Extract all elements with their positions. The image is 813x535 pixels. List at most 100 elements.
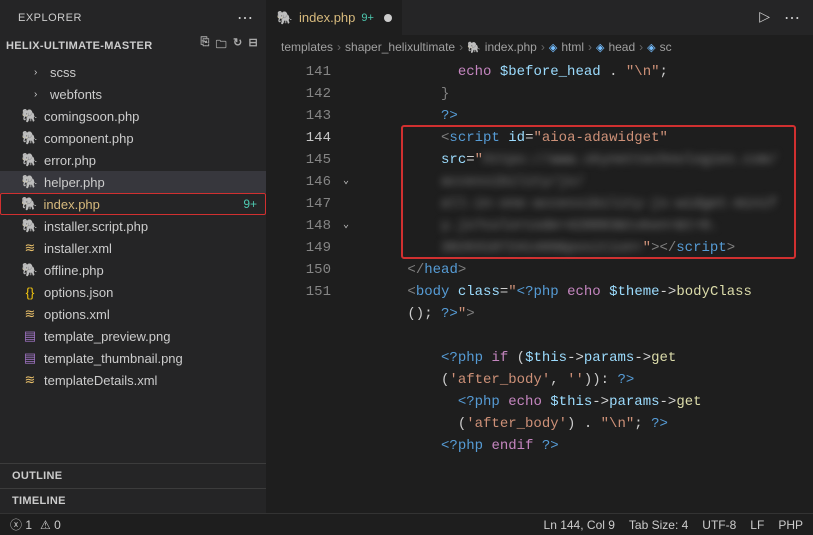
code-line[interactable]: 30263107241468&position="></script> bbox=[357, 237, 813, 259]
eol[interactable]: LF bbox=[750, 518, 764, 532]
code-line[interactable]: <?php if ($this->params->get bbox=[357, 347, 813, 369]
tree-item-component-php[interactable]: 🐘 component.php bbox=[0, 127, 266, 149]
line-gutter: 141142143144145146⌄147148⌄149150151 bbox=[267, 59, 357, 513]
breadcrumb[interactable]: templates › shaper_helixultimate › 🐘 ind… bbox=[267, 35, 813, 59]
timeline-section[interactable]: TIMELINE bbox=[0, 488, 266, 513]
code-line[interactable]: y.js?colorcode=420083&token=&t=0. bbox=[357, 215, 813, 237]
php-icon: 🐘 bbox=[22, 174, 38, 190]
tab-bar: 🐘 index.php 9+ ▷ ⋯ bbox=[267, 0, 813, 35]
bc-shaper[interactable]: shaper_helixultimate bbox=[345, 40, 455, 54]
outline-section[interactable]: OUTLINE bbox=[0, 463, 266, 488]
more-icon[interactable]: ⋯ bbox=[237, 8, 254, 28]
code-line[interactable]: <?php endif ?> bbox=[357, 435, 813, 457]
file-label: index.php bbox=[44, 197, 100, 212]
line-number: 150 bbox=[267, 259, 331, 281]
tab-size[interactable]: Tab Size: 4 bbox=[629, 518, 688, 532]
line-number: 148⌄ bbox=[267, 215, 331, 237]
bc-index[interactable]: index.php bbox=[485, 40, 537, 54]
cube-icon: ◈ bbox=[647, 41, 655, 54]
line-number: 149 bbox=[267, 237, 331, 259]
project-name: HELIX-ULTIMATE-MASTER bbox=[6, 40, 152, 52]
sidebar: EXPLORER ⋯ HELIX-ULTIMATE-MASTER ⎘ 🗀 ↻ ⊟… bbox=[0, 0, 267, 513]
file-label: offline.php bbox=[44, 263, 104, 278]
code-line[interactable]: (); ?>"> bbox=[357, 303, 813, 325]
file-label: templateDetails.xml bbox=[44, 373, 157, 388]
cube-icon: ◈ bbox=[596, 41, 604, 54]
collapse-icon[interactable]: ⊟ bbox=[248, 36, 258, 55]
badge: 9+ bbox=[243, 197, 257, 211]
language-mode[interactable]: PHP bbox=[778, 518, 803, 532]
editor-area: 🐘 index.php 9+ ▷ ⋯ templates › shaper_he… bbox=[267, 0, 813, 513]
json-icon: {} bbox=[22, 285, 38, 300]
tree-item-options-xml[interactable]: ≋options.xml bbox=[0, 303, 266, 325]
new-folder-icon[interactable]: 🗀 bbox=[216, 36, 227, 55]
tree-item-index-php[interactable]: 🐘index.php9+ bbox=[0, 193, 266, 215]
code-line[interactable]: ?> bbox=[357, 105, 813, 127]
tree-item-scss[interactable]: ›scss bbox=[0, 61, 266, 83]
code-area[interactable]: 141142143144145146⌄147148⌄149150151 echo… bbox=[267, 59, 813, 513]
chevron-right-icon: › bbox=[337, 40, 341, 54]
line-number: 141 bbox=[267, 61, 331, 83]
cube-icon: ◈ bbox=[549, 41, 557, 54]
code-line[interactable]: accessibility/js/ bbox=[357, 171, 813, 193]
file-label: options.xml bbox=[44, 307, 110, 322]
code-line[interactable]: ('after_body', '')): ?> bbox=[357, 369, 813, 391]
chevron-right-icon: › bbox=[588, 40, 592, 54]
tree-item-installer-script-php[interactable]: 🐘installer.script.php bbox=[0, 215, 266, 237]
bc-html[interactable]: html bbox=[561, 40, 584, 54]
php-icon: 🐘 bbox=[22, 130, 38, 146]
code-line[interactable]: src="https://www.skynettechnologies.com/ bbox=[357, 149, 813, 171]
file-label: installer.xml bbox=[44, 241, 112, 256]
code-line[interactable]: ('after_body') . "\n"; ?> bbox=[357, 413, 813, 435]
code-line[interactable]: all-in-one-accessibility-js-widget-minif bbox=[357, 193, 813, 215]
file-label: component.php bbox=[44, 131, 134, 146]
run-icon[interactable]: ▷ bbox=[759, 8, 770, 28]
explorer-header: EXPLORER ⋯ bbox=[0, 0, 266, 32]
code-line[interactable]: <?php echo $this->params->get bbox=[357, 391, 813, 413]
project-header[interactable]: HELIX-ULTIMATE-MASTER ⎘ 🗀 ↻ ⊟ bbox=[0, 32, 266, 59]
line-number: 144 bbox=[267, 127, 331, 149]
explorer-title: EXPLORER bbox=[18, 12, 82, 24]
code-line[interactable] bbox=[357, 457, 813, 479]
code-line[interactable]: <script id="aioa-adawidget" bbox=[357, 127, 813, 149]
file-label: error.php bbox=[44, 153, 96, 168]
tab-badge: 9+ bbox=[361, 12, 374, 24]
bc-head[interactable]: head bbox=[608, 40, 635, 54]
tree-item-helper-php[interactable]: 🐘helper.php bbox=[0, 171, 266, 193]
bc-sc[interactable]: sc bbox=[660, 40, 672, 54]
cursor-position[interactable]: Ln 144, Col 9 bbox=[544, 518, 615, 532]
bc-templates[interactable]: templates bbox=[281, 40, 333, 54]
fold-icon[interactable]: ⌄ bbox=[343, 215, 349, 237]
tree-item-error-php[interactable]: 🐘error.php bbox=[0, 149, 266, 171]
file-label: template_preview.png bbox=[44, 329, 170, 344]
code-line[interactable]: <body class="<?php echo $theme->bodyClas… bbox=[357, 281, 813, 303]
tree-item-template_thumbnail-png[interactable]: ▤template_thumbnail.png bbox=[0, 347, 266, 369]
refresh-icon[interactable]: ↻ bbox=[233, 36, 243, 55]
code-line[interactable]: </head> bbox=[357, 259, 813, 281]
tree-item-offline-php[interactable]: 🐘offline.php bbox=[0, 259, 266, 281]
tree-item-templateDetails-xml[interactable]: ≋templateDetails.xml bbox=[0, 369, 266, 391]
tree-item-comingsoon-php[interactable]: 🐘comingsoon.php bbox=[0, 105, 266, 127]
tree-item-template_preview-png[interactable]: ▤template_preview.png bbox=[0, 325, 266, 347]
line-number: 145 bbox=[267, 149, 331, 171]
php-icon: 🐘 bbox=[277, 10, 293, 26]
fold-icon[interactable]: ⌄ bbox=[343, 171, 349, 193]
php-icon: 🐘 bbox=[467, 41, 481, 54]
warning-count[interactable]: ⚠ 0 bbox=[40, 518, 61, 532]
tab-index-php[interactable]: 🐘 index.php 9+ bbox=[267, 0, 403, 35]
more-tab-icon[interactable]: ⋯ bbox=[784, 8, 801, 28]
line-number: 151 bbox=[267, 281, 331, 303]
tree-item-installer-xml[interactable]: ≋ installer.xml bbox=[0, 237, 266, 259]
tree-item-webfonts[interactable]: ›webfonts bbox=[0, 83, 266, 105]
code-line[interactable] bbox=[357, 325, 813, 347]
new-file-icon[interactable]: ⎘ bbox=[201, 36, 210, 55]
code-line[interactable]: } bbox=[357, 83, 813, 105]
tree-item-options-json[interactable]: {}options.json bbox=[0, 281, 266, 303]
modified-dot-icon bbox=[384, 14, 392, 22]
chevron-right-icon: › bbox=[34, 67, 44, 78]
error-count[interactable]: ⓧ 1 bbox=[10, 516, 32, 533]
xml-icon: ≋ bbox=[22, 240, 38, 256]
code-line[interactable]: echo $before_head . "\n"; bbox=[357, 61, 813, 83]
encoding[interactable]: UTF-8 bbox=[702, 518, 736, 532]
code-content[interactable]: echo $before_head . "\n"; } ?> <script i… bbox=[357, 59, 813, 513]
